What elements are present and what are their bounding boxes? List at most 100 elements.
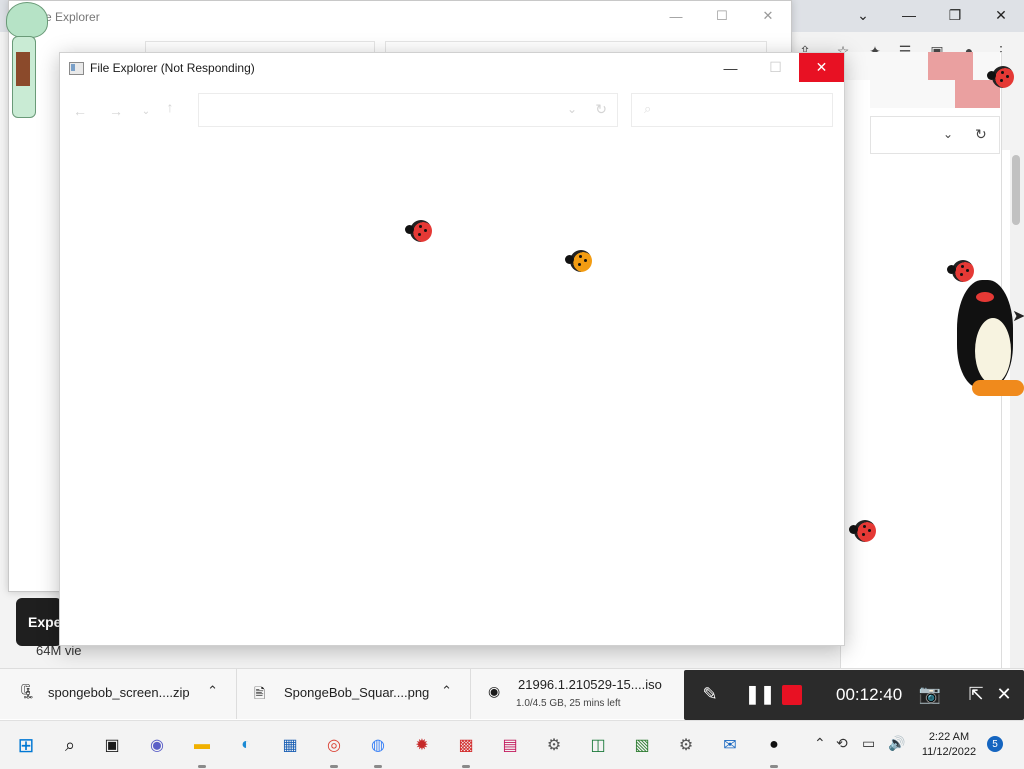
- ladybug-icon: [987, 66, 1014, 88]
- taskbar-clock[interactable]: 2:22 AM 11/12/2022: [919, 730, 979, 760]
- notification-badge[interactable]: 5: [987, 736, 1003, 752]
- refresh-icon: ↻: [975, 126, 987, 142]
- refresh-icon[interactable]: ↻: [595, 101, 607, 118]
- download-item[interactable]: 🖹 SpongeBob_Squar....png ⌃: [236, 669, 471, 719]
- pause-icon: ❚❚: [744, 683, 776, 704]
- volume-icon[interactable]: 🔊: [888, 735, 905, 752]
- close-icon[interactable]: ✕: [992, 682, 1016, 706]
- chevron-up-icon[interactable]: ⌃: [814, 735, 826, 752]
- minimize-button[interactable]: —: [708, 53, 753, 82]
- chat-icon[interactable]: ◉: [145, 733, 169, 757]
- file-explorer-app-icon: [69, 62, 84, 75]
- app-icon[interactable]: ▤: [498, 733, 522, 757]
- chevron-down-icon: ⌄: [857, 6, 869, 23]
- maximize-button[interactable]: ☐: [753, 53, 798, 82]
- background-dark-card: Exper: [16, 598, 67, 646]
- pen-icon[interactable]: ✎: [698, 682, 722, 706]
- camera-icon[interactable]: 📷: [918, 682, 942, 706]
- ghost-close-button[interactable]: [928, 52, 973, 80]
- zip-icon: 🗜: [18, 683, 36, 699]
- popout-icon[interactable]: ⇱: [964, 682, 988, 706]
- address-bar[interactable]: ⌄ ↻: [198, 93, 618, 127]
- ladybug-icon: [849, 520, 876, 542]
- ladybug-icon: [405, 220, 432, 242]
- download-item[interactable]: 🗜 spongebob_screen....zip ⌃: [0, 669, 237, 719]
- minimize-icon: —: [902, 7, 916, 23]
- pause-button[interactable]: ❚❚: [744, 682, 776, 706]
- clock-time: 2:22 AM: [928, 731, 970, 743]
- close-icon: ✕: [762, 8, 774, 23]
- chevron-down-icon: ⌄: [566, 102, 577, 116]
- app-icon[interactable]: ◫: [586, 733, 610, 757]
- ladybug-orange-icon: [565, 250, 592, 272]
- chevron-up-icon[interactable]: ⌃: [207, 683, 218, 699]
- app-icon[interactable]: ⚙: [542, 733, 566, 757]
- png-file-icon: 🖹: [254, 685, 266, 701]
- task-view-icon[interactable]: ▣: [100, 733, 124, 757]
- browser-minimize-button[interactable]: —: [886, 0, 932, 30]
- settings-gear-icon[interactable]: ⚙: [674, 733, 698, 757]
- windows-start-icon[interactable]: ⊞: [14, 733, 38, 757]
- ladybug-icon: [947, 260, 974, 282]
- ghost-close-button-2[interactable]: [955, 80, 1000, 108]
- clock-date: 11/12/2022: [921, 746, 977, 758]
- app-icon[interactable]: ✹: [410, 733, 434, 757]
- ghost-address-bar[interactable]: ⌄ ↻: [870, 116, 1000, 154]
- mail-icon[interactable]: ✉: [718, 733, 742, 757]
- browser-close-button[interactable]: ✕: [978, 0, 1024, 30]
- arrow-left-icon: ←: [73, 103, 87, 119]
- app-icon[interactable]: ◍: [366, 733, 390, 757]
- explorer-back-maximize[interactable]: ☐: [699, 1, 745, 31]
- ghost-titlebar: [840, 52, 1000, 80]
- recorder-app-icon[interactable]: ▩: [454, 733, 478, 757]
- browser-restore-button[interactable]: ❐: [932, 0, 978, 30]
- pingu-beak: [976, 292, 994, 302]
- stop-recording-button[interactable]: [782, 685, 802, 705]
- squidward-desktop-pet-head: [6, 2, 48, 38]
- pingu-app-icon[interactable]: ●: [762, 733, 786, 757]
- restore-icon: ❐: [948, 6, 962, 23]
- pingu-feet: [972, 380, 1024, 396]
- download-progress-text: 1.0/4.5 GB, 25 mins left: [516, 698, 621, 709]
- close-icon: ✕: [815, 59, 828, 75]
- chevron-down-icon: ⌄: [943, 127, 954, 141]
- arrow-right-icon: →: [109, 103, 123, 119]
- browser-tab-list-button[interactable]: ⌄: [840, 0, 886, 30]
- iso-file-icon: ◉: [488, 683, 501, 699]
- explorer-back-close[interactable]: ✕: [745, 1, 791, 31]
- search-icon: ⌕: [644, 101, 652, 116]
- download-item[interactable]: ◉ 21996.1.210529-15....iso 1.0/4.5 GB, 2…: [470, 669, 684, 719]
- store-icon[interactable]: ▦: [278, 733, 302, 757]
- edge-browser-icon[interactable]: ◐: [234, 733, 258, 757]
- photos-icon[interactable]: ▧: [630, 733, 654, 757]
- mouse-cursor-icon: ➤: [1012, 308, 1024, 325]
- recent-locations-button[interactable]: ⌄: [136, 101, 156, 121]
- close-button[interactable]: ✕: [799, 53, 844, 82]
- sync-icon[interactable]: ⟲: [836, 735, 848, 752]
- download-name: 21996.1.210529-15....iso: [518, 677, 662, 692]
- network-icon[interactable]: ▭: [862, 735, 875, 752]
- chrome-icon[interactable]: ◎: [322, 733, 346, 757]
- back-button[interactable]: ←: [70, 101, 90, 121]
- forward-button[interactable]: →: [106, 101, 126, 121]
- pingu-belly: [975, 318, 1011, 384]
- file-explorer-taskbar-icon[interactable]: ▬: [190, 733, 214, 757]
- chevron-up-icon[interactable]: ⌃: [441, 683, 452, 699]
- explorer-back-minimize[interactable]: —: [653, 1, 699, 31]
- browser-scrollbar[interactable]: [1010, 150, 1024, 670]
- squidward-shirt: [16, 52, 30, 86]
- chevron-down-icon: ⌄: [141, 105, 151, 117]
- window-titlebar[interactable]: File Explorer (Not Responding) — ☐ ✕: [60, 53, 844, 83]
- search-icon[interactable]: ⌕: [58, 733, 82, 757]
- minimize-icon: —: [723, 59, 738, 76]
- browser-scroll-thumb[interactable]: [1012, 155, 1020, 225]
- download-name: spongebob_screen....zip: [48, 685, 190, 700]
- navigation-bar: ← → ⌄ ↑ ⌄ ↻ ⌕: [60, 91, 844, 131]
- arrow-up-icon: ↑: [166, 99, 174, 115]
- close-icon: ✕: [995, 6, 1007, 23]
- up-button[interactable]: ↑: [160, 97, 180, 117]
- minimize-icon: —: [669, 8, 683, 24]
- recording-timer: 00:12:40: [836, 685, 903, 704]
- maximize-icon: ☐: [716, 8, 728, 23]
- search-box[interactable]: ⌕: [631, 93, 833, 127]
